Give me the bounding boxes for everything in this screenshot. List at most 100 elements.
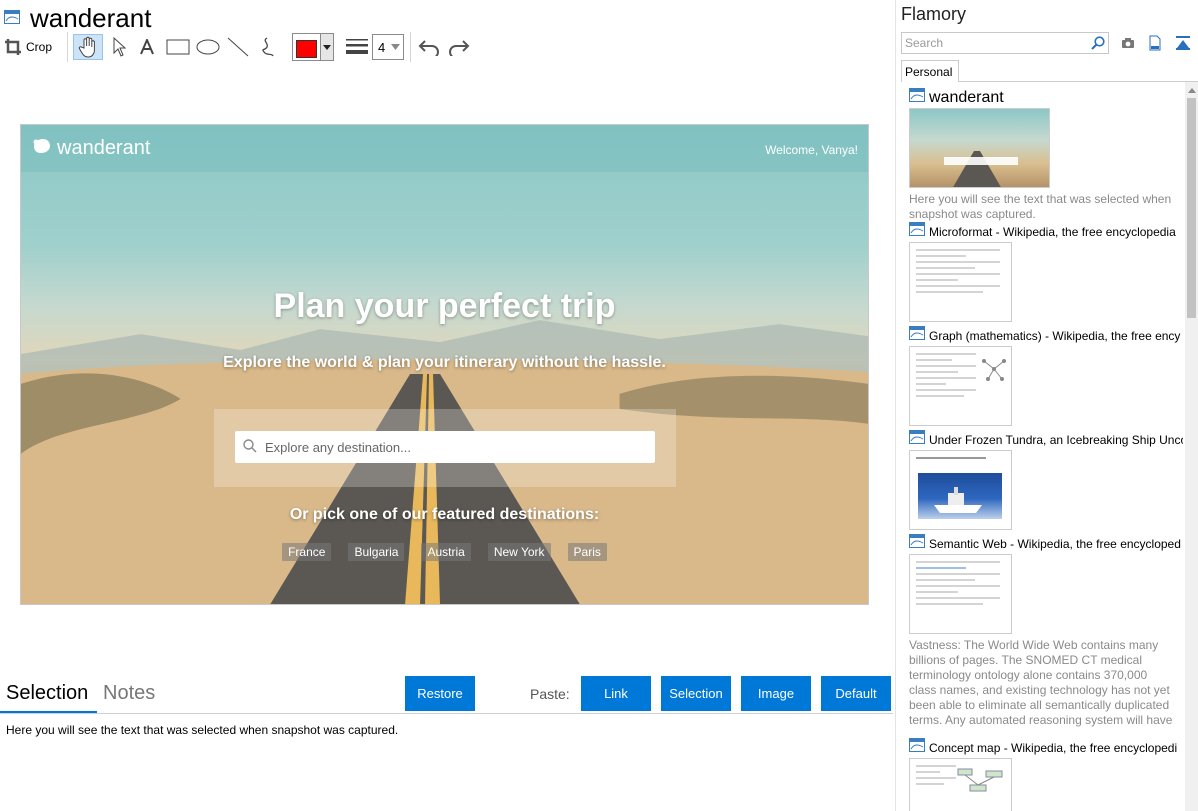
browser-page-icon [909,222,925,241]
list-item[interactable]: Semantic Web - Wikipedia, the free encyc… [909,534,1181,728]
rectangle-icon [166,39,190,55]
list-item-title: Semantic Web - Wikipedia, the free encyc… [929,536,1181,551]
redo-button[interactable] [446,34,472,60]
snapshot-thumbnail [909,554,1012,634]
tab-notes[interactable]: Notes [103,682,155,705]
snapshot-image[interactable]: wanderant Welcome, Vanya! Plan your perf… [20,124,869,605]
site-logo-text: wanderant [57,137,151,159]
tab-selection[interactable]: Selection [6,682,88,705]
destination-tag: New York [487,543,551,561]
list-item-description: Vastness: The World Wide Web contains ma… [909,638,1173,727]
crop-button[interactable]: Crop [4,34,60,60]
list-item[interactable]: wanderant Here you will see the text tha… [909,88,1177,222]
list-item[interactable]: Concept map - Wikipedia, the free encycl… [909,738,1177,811]
search-icon[interactable] [1091,36,1105,53]
undo-button[interactable] [416,34,442,60]
hero-subtitle: Explore the world & plan your itinerary … [223,354,666,371]
snapshot-thumbnail [909,758,1012,811]
page-icon[interactable] [1149,35,1161,56]
list-item[interactable]: Microformat - Wikipedia, the free encycl… [909,222,1176,322]
ellipse-icon [196,39,220,55]
scroll-up-icon[interactable] [1185,84,1198,96]
camera-icon[interactable] [1121,36,1135,54]
logo-icon [31,137,51,160]
destination-tag: France [282,543,332,561]
search-placeholder: Explore any destination... [265,439,411,455]
crop-label: Crop [26,40,53,54]
freehand-tool-button[interactable] [256,34,280,60]
color-picker[interactable] [292,33,334,61]
destination-tag: Bulgaria [348,543,405,561]
line-width-select[interactable]: 4 [372,34,404,60]
line-width-value: 4 [378,39,386,55]
paste-image-button[interactable]: Image [741,676,811,711]
list-item-title: Concept map - Wikipedia, the free encycl… [929,740,1178,755]
sidebar-search-input[interactable]: Search [901,32,1109,54]
hand-tool-button[interactable] [73,34,103,60]
destination-tag: Austria [421,543,471,561]
list-item[interactable]: Under Frozen Tundra, an Icebreaking Ship… [909,430,1183,530]
line-tool-button[interactable] [226,34,250,60]
crop-icon [4,38,22,56]
snapshot-thumbnail [909,346,1012,426]
snapshot-thumbnail [909,108,1050,188]
browser-page-icon [909,738,925,757]
selection-text: Here you will see the text that was sele… [6,723,399,737]
snapshot-title: wanderant [30,3,152,33]
snapshot-thumbnail [909,450,1012,530]
hand-icon [78,36,98,58]
scrollbar-thumb[interactable] [1187,98,1196,318]
line-width-icon [345,38,369,56]
paste-selection-button[interactable]: Selection [661,676,731,711]
site-logo: wanderant [31,137,150,160]
color-swatch [296,40,317,58]
collapse-icon[interactable] [1175,35,1191,56]
browser-page-icon [909,534,925,553]
line-icon [227,37,249,57]
paste-default-button[interactable]: Default [821,676,891,711]
snapshot-thumbnail [909,242,1012,322]
destination-search-input: Explore any destination... [235,431,655,463]
hero-title: Plan your perfect trip [273,287,616,325]
line-width-button[interactable] [344,34,370,60]
chevron-down-icon [319,34,333,60]
window-title-bar: wanderant [0,0,895,34]
list-item[interactable]: Graph (mathematics) - Wikipedia, the fre… [909,326,1180,426]
toolbar-divider [410,32,411,62]
destination-tags: France Bulgaria Austria New York Paris [21,543,868,561]
destination-tag: Paris [567,543,607,561]
list-item-title: Graph (mathematics) - Wikipedia, the fre… [929,328,1181,343]
flamory-sidebar: Flamory Search Personal wanderant Here y… [896,0,1198,811]
annotation-toolbar: Crop 4 [0,32,895,62]
redo-icon [448,38,470,56]
rectangle-tool-button[interactable] [165,34,191,60]
restore-button[interactable]: Restore [405,676,475,711]
featured-heading: Or pick one of our featured destinations… [289,506,600,523]
snapshot-list: wanderant Here you will see the text tha… [896,82,1183,811]
sidebar-title: Flamory [901,4,967,24]
browser-page-icon [909,326,925,345]
text-tool-button[interactable] [136,34,158,60]
welcome-text: Welcome, Vanya! [765,143,858,157]
browser-page-icon [4,10,20,24]
search-icon [243,438,257,456]
browser-page-icon [909,88,925,107]
ellipse-tool-button[interactable] [195,34,221,60]
paste-link-button[interactable]: Link [581,676,651,711]
list-item-title: wanderant [929,88,1004,106]
toolbar-divider [67,32,68,62]
tab-personal[interactable]: Personal [901,60,959,82]
divider [0,713,893,714]
paste-label: Paste: [530,686,570,702]
list-item-title: Microformat - Wikipedia, the free encycl… [929,224,1176,239]
browser-page-icon [909,430,925,449]
list-item-title: Under Frozen Tundra, an Icebreaking Ship… [929,432,1183,447]
pointer-icon [112,37,126,57]
pointer-tool-button[interactable] [108,34,130,60]
freehand-icon [259,36,277,58]
chevron-down-icon [391,44,401,50]
text-icon [140,39,154,55]
list-item-description: Here you will see the text that was sele… [909,192,1172,221]
undo-icon [418,38,440,56]
search-placeholder: Search [905,36,944,50]
